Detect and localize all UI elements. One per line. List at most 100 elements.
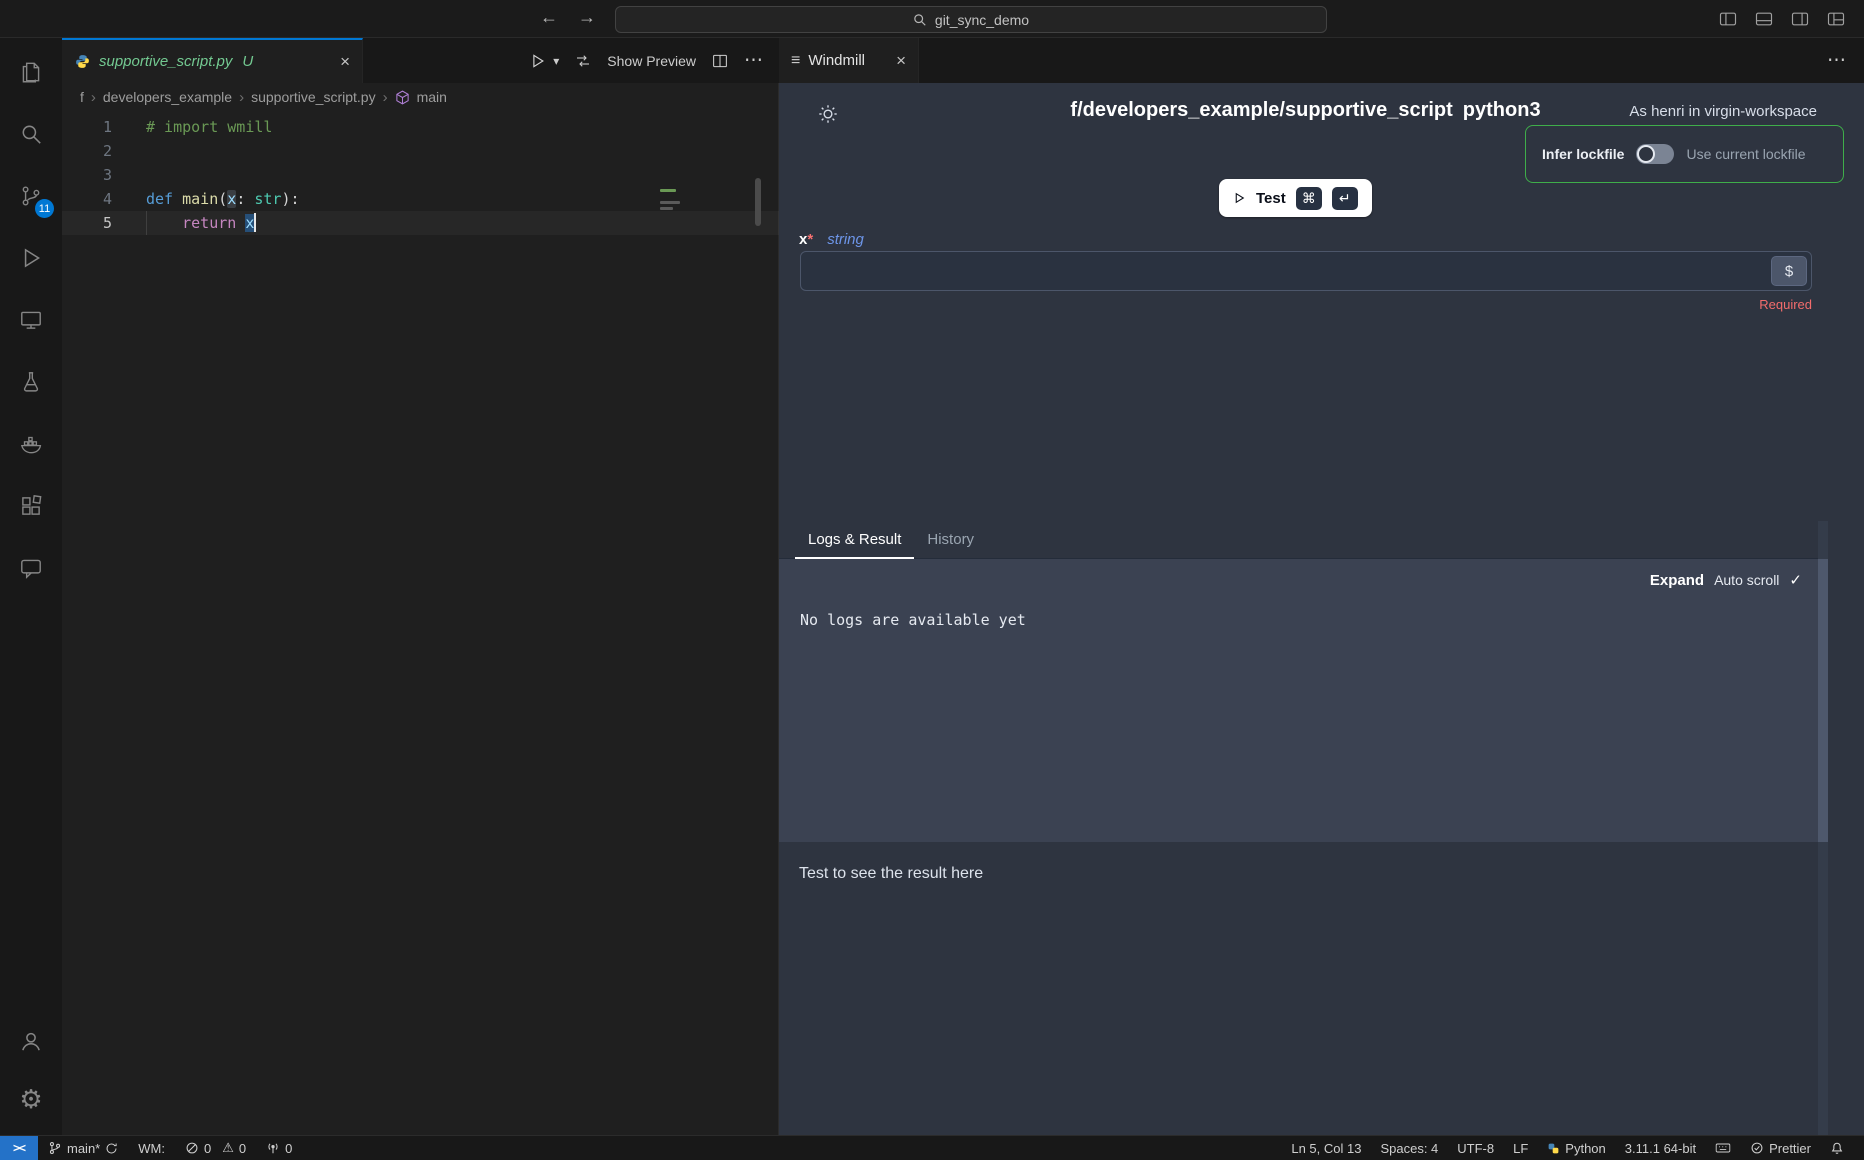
- use-current-lockfile-label: Use current lockfile: [1686, 146, 1805, 162]
- windmill-webview: f/developers_example/supportive_scriptpy…: [779, 83, 1864, 1135]
- tab-supportive-script[interactable]: supportive_script.py U ×: [62, 38, 363, 83]
- argument-x-input[interactable]: [800, 251, 1812, 291]
- docker-icon[interactable]: [0, 418, 62, 470]
- sync-icon: [105, 1142, 118, 1155]
- toggle-knob: [1637, 145, 1655, 163]
- editor-actions: ▾ Show Preview ⋯: [529, 38, 779, 83]
- tab-close-icon[interactable]: ×: [896, 52, 906, 69]
- windmill-status[interactable]: WM:: [138, 1141, 165, 1156]
- tab-git-status: U: [242, 53, 253, 70]
- toggle-panel-icon[interactable]: [1754, 9, 1774, 29]
- code-line[interactable]: 2: [62, 139, 779, 163]
- tab-label: Windmill: [808, 52, 865, 69]
- problems-status[interactable]: 0 ⚠ 0: [185, 1140, 246, 1156]
- result-tabs: Logs & Result History: [779, 521, 1818, 559]
- breadcrumb-folder[interactable]: developers_example: [103, 89, 232, 105]
- run-context-label: As henri in virgin-workspace: [1629, 103, 1817, 120]
- scrollbar-thumb[interactable]: [1818, 559, 1828, 842]
- autoscroll-label[interactable]: Auto scroll: [1714, 572, 1779, 588]
- tab-windmill[interactable]: ≡ Windmill ×: [779, 38, 919, 83]
- toggle-sidebar-icon[interactable]: [1718, 9, 1738, 29]
- windmill-tab-bar: ≡ Windmill × ⋯: [779, 38, 1864, 83]
- editor-tab-bar: supportive_script.py U × ▾ Show Preview …: [62, 38, 779, 83]
- check-circle-icon: [1750, 1141, 1764, 1155]
- ports-status[interactable]: 0: [266, 1141, 292, 1156]
- run-file-icon[interactable]: [529, 52, 547, 70]
- prettier-status[interactable]: Prettier: [1750, 1141, 1811, 1156]
- code-line[interactable]: 3: [62, 163, 779, 187]
- search-icon: [913, 13, 927, 27]
- code-line[interactable]: 5 return x: [62, 211, 779, 235]
- argument-type: string: [827, 231, 864, 248]
- tab-logs-result[interactable]: Logs & Result: [795, 521, 914, 558]
- chevron-right-icon: ›: [239, 89, 244, 106]
- open-changes-icon[interactable]: [574, 52, 592, 70]
- error-icon: [185, 1141, 199, 1155]
- source-control-icon[interactable]: 11: [0, 170, 62, 222]
- split-editor-icon[interactable]: [711, 52, 729, 70]
- activity-bar: 11 ⚙: [0, 38, 62, 1135]
- chat-icon[interactable]: [0, 542, 62, 594]
- keyboard-icon[interactable]: [1715, 1141, 1731, 1155]
- eol-status[interactable]: LF: [1513, 1141, 1528, 1156]
- chevron-right-icon: ›: [383, 89, 388, 106]
- explorer-icon[interactable]: [0, 46, 62, 98]
- symbol-cube-icon: [395, 90, 410, 105]
- back-icon[interactable]: ←: [540, 7, 558, 28]
- text-cursor: [254, 213, 256, 232]
- minimap[interactable]: [660, 189, 690, 213]
- command-center[interactable]: git_sync_demo: [615, 6, 1327, 33]
- show-preview-button[interactable]: Show Preview: [607, 53, 696, 69]
- title-bar: ← → git_sync_demo: [0, 0, 1864, 38]
- cursor-position[interactable]: Ln 5, Col 13: [1291, 1141, 1361, 1156]
- encoding-status[interactable]: UTF-8: [1457, 1141, 1494, 1156]
- radio-tower-icon: [266, 1141, 280, 1155]
- enter-key-icon: ↵: [1332, 187, 1358, 210]
- webview-scrollbar[interactable]: [1818, 521, 1828, 1135]
- extensions-icon[interactable]: [0, 480, 62, 532]
- more-actions-icon[interactable]: ⋯: [744, 49, 763, 72]
- forward-icon[interactable]: →: [578, 7, 596, 28]
- vscode-window: ← → git_sync_demo: [0, 0, 1864, 1160]
- line-number: 5: [62, 211, 112, 235]
- remote-explorer-icon[interactable]: [0, 294, 62, 346]
- test-button[interactable]: Test ⌘ ↵: [1219, 179, 1372, 217]
- run-debug-icon[interactable]: [0, 232, 62, 284]
- variable-picker-button[interactable]: $: [1771, 256, 1807, 286]
- result-placeholder: Test to see the result here: [799, 865, 983, 883]
- search-sidebar-icon[interactable]: [0, 108, 62, 160]
- code-line[interactable]: 1# import wmill: [62, 115, 779, 139]
- windmill-editor-group: ≡ Windmill × ⋯ f/developers_example/supp…: [779, 38, 1864, 1135]
- accounts-icon[interactable]: [0, 1015, 62, 1067]
- more-actions-icon[interactable]: ⋯: [1827, 38, 1864, 83]
- code-text: # import wmill: [112, 115, 272, 139]
- breadcrumb-symbol[interactable]: main: [417, 89, 447, 105]
- play-icon: [1233, 191, 1246, 205]
- language-mode[interactable]: Python: [1547, 1141, 1605, 1156]
- tab-history[interactable]: History: [914, 521, 987, 558]
- lockfile-toggle[interactable]: [1636, 144, 1674, 164]
- expand-button[interactable]: Expand: [1650, 572, 1704, 589]
- notifications-bell-icon[interactable]: [1830, 1141, 1844, 1156]
- settings-gear-icon[interactable]: ⚙: [0, 1073, 62, 1125]
- remote-indicator[interactable]: ><: [0, 1136, 38, 1160]
- run-dropdown-icon[interactable]: ▾: [553, 54, 559, 68]
- required-star: *: [807, 231, 813, 248]
- workspace-title: git_sync_demo: [935, 12, 1029, 28]
- breadcrumb-file[interactable]: supportive_script.py: [251, 89, 376, 105]
- customize-layout-icon[interactable]: [1826, 9, 1846, 29]
- breadcrumb: f › developers_example › supportive_scri…: [62, 83, 779, 111]
- line-number: 4: [62, 187, 112, 211]
- interpreter-version[interactable]: 3.11.1 64-bit: [1625, 1141, 1696, 1156]
- tab-close-icon[interactable]: ×: [340, 53, 350, 70]
- code-editor[interactable]: 1# import wmill234def main(x: str):5 ret…: [62, 111, 779, 235]
- breadcrumb-folder[interactable]: f: [80, 89, 84, 105]
- git-branch-status[interactable]: main*: [48, 1141, 118, 1156]
- chevron-right-icon: ›: [91, 89, 96, 106]
- toggle-secondary-sidebar-icon[interactable]: [1790, 9, 1810, 29]
- editor-scrollbar[interactable]: [755, 178, 761, 226]
- indentation-status[interactable]: Spaces: 4: [1380, 1141, 1438, 1156]
- check-icon: ✓: [1789, 571, 1802, 589]
- testing-icon[interactable]: [0, 356, 62, 408]
- warning-icon: ⚠: [222, 1140, 234, 1156]
